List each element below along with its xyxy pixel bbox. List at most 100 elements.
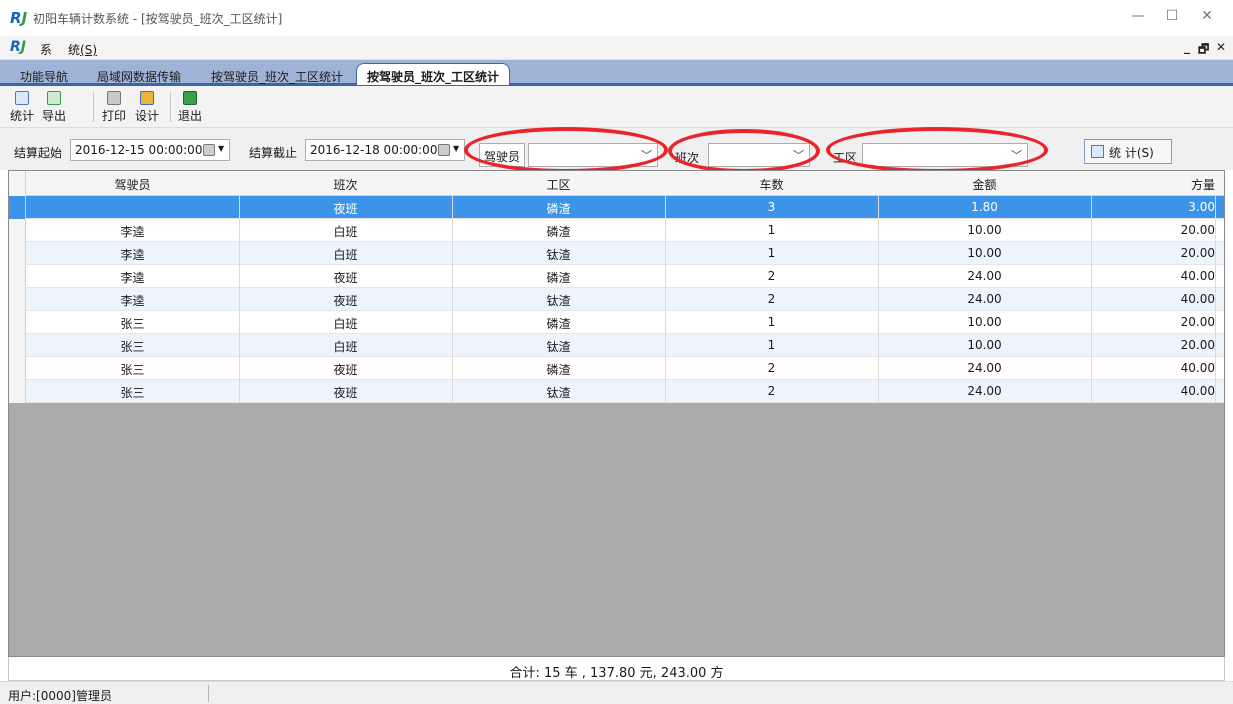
end-date-picker[interactable]: 2016-12-18 00:00:00 ▼ xyxy=(305,139,465,161)
row-header[interactable] xyxy=(9,242,26,265)
table-row[interactable]: 张三 白班 钛渣 1 10.00 20.00 xyxy=(9,334,1224,357)
cell-shift: 夜班 xyxy=(333,294,358,308)
window-title: 初阳车辆计数系统 - [按驾驶员_班次_工区统计] xyxy=(33,12,283,26)
cell-driver: 李逵 xyxy=(120,271,145,285)
cell-amount: 24.00 xyxy=(967,269,1002,283)
document-tabs: 功能导航 局域网数据传输 按驾驶员_班次_工区统计 按驾驶员_班次_工区统计 xyxy=(0,60,1233,86)
driver-select[interactable]: ﹀ xyxy=(528,143,658,167)
toolbar: 统计 导出 打印 设计 退出 xyxy=(0,86,1233,128)
table-row[interactable]: 张三 夜班 钛渣 2 24.00 40.00 xyxy=(9,380,1224,403)
cell-driver: 李逵 xyxy=(120,294,145,308)
mdi-close-button[interactable]: ✕ xyxy=(1216,40,1226,54)
end-date-label: 结算截止 xyxy=(249,146,298,160)
chevron-down-icon: ﹀ xyxy=(793,149,804,162)
row-header[interactable] xyxy=(9,357,26,380)
column-divider xyxy=(1215,334,1216,357)
cell-volume: 40.00 xyxy=(1180,384,1215,398)
cell-volume: 20.00 xyxy=(1180,315,1215,329)
cell-driver: 张三 xyxy=(120,340,145,354)
column-header-count[interactable]: 车数 xyxy=(665,176,878,193)
shift-label: 班次 xyxy=(675,151,700,165)
mdi-minimize-button[interactable]: _ xyxy=(1184,40,1190,54)
menu-stats[interactable]: 统(S) xyxy=(68,41,97,58)
cell-driver: 张三 xyxy=(120,386,145,400)
cell-count: 1 xyxy=(767,223,776,237)
mdi-restore-button[interactable]: 🗗 xyxy=(1198,40,1209,61)
tab-navigation[interactable]: 功能导航 xyxy=(10,64,78,86)
table-row[interactable]: 张三 白班 磷渣 1 10.00 20.00 xyxy=(9,311,1224,334)
minimize-button[interactable]: — xyxy=(1123,8,1153,24)
cell-area: 磷渣 xyxy=(546,202,571,216)
menu-logo-icon: RJ xyxy=(10,39,26,55)
cell-amount: 10.00 xyxy=(967,246,1002,260)
table-row[interactable]: 李逵 夜班 磷渣 2 24.00 40.00 xyxy=(9,265,1224,288)
app-logo-icon: RJ xyxy=(10,9,28,27)
row-header[interactable] xyxy=(9,311,26,334)
cell-count: 1 xyxy=(767,315,776,329)
table-row[interactable]: 夜班 磷渣 3 1.80 3.00 xyxy=(9,196,1224,219)
area-label: 工区 xyxy=(833,151,858,165)
start-date-label: 结算起始 xyxy=(14,146,63,160)
column-divider xyxy=(1215,357,1216,380)
cell-count: 2 xyxy=(767,384,776,398)
chevron-down-icon: ﹀ xyxy=(1011,149,1022,162)
calendar-icon xyxy=(203,144,215,156)
tab-driver-stats[interactable]: 按驾驶员_班次_工区统计 xyxy=(201,64,353,86)
column-divider xyxy=(1215,219,1216,242)
area-select[interactable]: ﹀ xyxy=(862,143,1028,167)
table-row[interactable]: 张三 夜班 磷渣 2 24.00 40.00 xyxy=(9,357,1224,380)
start-date-picker[interactable]: 2016-12-15 00:00:00 ▼ xyxy=(70,139,230,161)
stat-button[interactable]: 统 计(S) xyxy=(1084,139,1172,164)
table-row[interactable]: 李逵 夜班 钛渣 2 24.00 40.00 xyxy=(9,288,1224,311)
row-header[interactable] xyxy=(9,334,26,357)
print-toolbar-button[interactable]: 打印 xyxy=(98,90,130,124)
table-row[interactable]: 李逵 白班 钛渣 1 10.00 20.00 xyxy=(9,242,1224,265)
summary-footer: 合计: 15 车 , 137.80 元, 243.00 方 xyxy=(8,657,1225,681)
cell-amount: 24.00 xyxy=(967,384,1002,398)
export-icon xyxy=(47,91,61,105)
cell-shift: 夜班 xyxy=(333,271,358,285)
toolbar-separator xyxy=(170,92,171,122)
close-button[interactable]: ✕ xyxy=(1192,8,1222,24)
tab-driver-stats-active[interactable]: 按驾驶员_班次_工区统计 xyxy=(356,63,511,85)
column-divider xyxy=(1215,242,1216,265)
row-header[interactable] xyxy=(9,380,26,403)
column-divider xyxy=(1215,311,1216,334)
column-header-amount[interactable]: 金额 xyxy=(878,176,1091,193)
design-toolbar-button[interactable]: 设计 xyxy=(131,90,163,124)
column-divider xyxy=(1215,265,1216,288)
column-header-area[interactable]: 工区 xyxy=(452,176,665,193)
status-user: 用户:[0000]管理员 xyxy=(8,689,112,703)
stat-toolbar-button[interactable]: 统计 xyxy=(6,90,38,124)
column-divider xyxy=(1215,288,1216,311)
column-header-volume[interactable]: 方量 xyxy=(1091,176,1215,193)
column-divider xyxy=(1215,196,1216,219)
exit-toolbar-button[interactable]: 退出 xyxy=(174,90,206,124)
exit-icon xyxy=(183,91,197,105)
cell-area: 磷渣 xyxy=(546,225,571,239)
design-icon xyxy=(140,91,154,105)
cell-shift: 白班 xyxy=(333,317,358,331)
row-header[interactable] xyxy=(9,219,26,242)
maximize-button[interactable]: ☐ xyxy=(1157,8,1187,24)
stat-icon xyxy=(15,91,29,105)
grid-header: 驾驶员 班次 工区 车数 金额 方量 xyxy=(9,171,1224,196)
cell-count: 2 xyxy=(767,361,776,375)
column-header-driver[interactable]: 驾驶员 xyxy=(26,176,239,193)
export-toolbar-button[interactable]: 导出 xyxy=(38,90,70,124)
table-row[interactable]: 李逵 白班 磷渣 1 10.00 20.00 xyxy=(9,219,1224,242)
shift-select[interactable]: ﹀ xyxy=(708,143,810,167)
cell-shift: 夜班 xyxy=(333,202,358,216)
title-bar: RJ 初阳车辆计数系统 - [按驾驶员_班次_工区统计] — ☐ ✕ xyxy=(0,0,1233,36)
row-header[interactable] xyxy=(9,265,26,288)
column-header-shift[interactable]: 班次 xyxy=(239,176,452,193)
cell-driver: 张三 xyxy=(120,363,145,377)
tab-lan-transfer[interactable]: 局域网数据传输 xyxy=(87,64,191,86)
menu-bar: RJ 系 统(S) _ 🗗 ✕ xyxy=(0,36,1233,60)
dropdown-arrow-icon: ▼ xyxy=(218,144,225,153)
row-header[interactable] xyxy=(9,288,26,311)
menu-system[interactable]: 系 xyxy=(40,41,52,58)
row-header[interactable] xyxy=(9,196,26,219)
cell-count: 1 xyxy=(767,338,776,352)
driver-label: 驾驶员 xyxy=(479,143,526,167)
